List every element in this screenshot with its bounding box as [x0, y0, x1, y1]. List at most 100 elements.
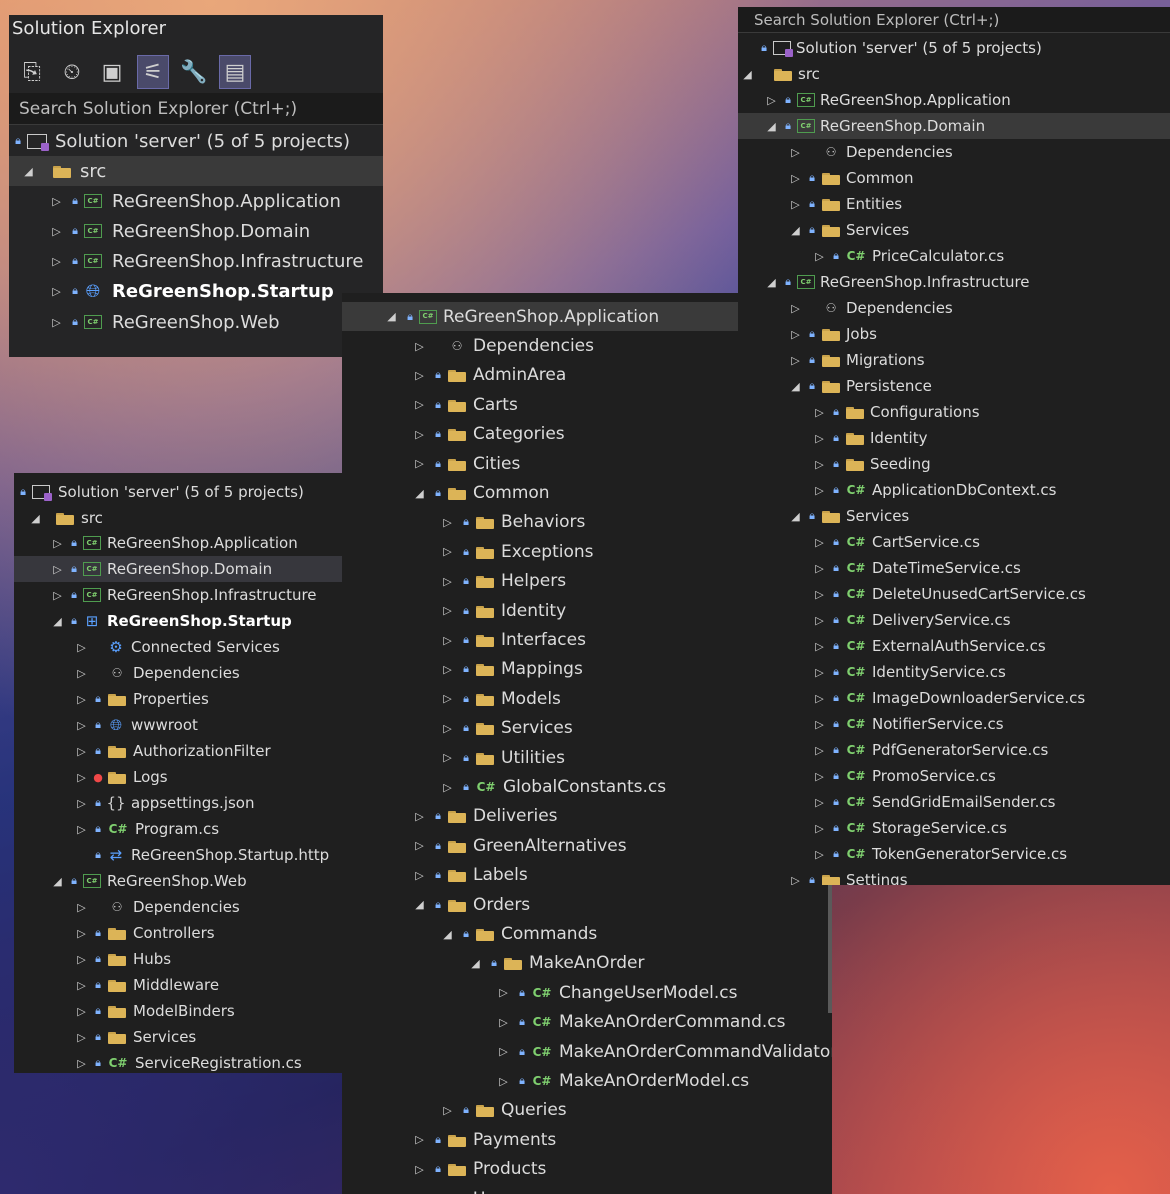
- csharp-file-icon: C#: [108, 1056, 128, 1070]
- project-node[interactable]: ▷ 🔒︎ C# ReGreenShop.Application: [9, 186, 383, 216]
- tree-item-label: MakeAnOrderCommandValidator: [559, 1041, 832, 1062]
- tree-item[interactable]: ▷ 🔒︎ Jobs: [738, 321, 1170, 347]
- tree-item[interactable]: ◢ 🔒︎ MakeAnOrder: [342, 949, 832, 978]
- tree-item[interactable]: ▷ 🔒︎ C# TokenGeneratorService.cs: [738, 841, 1170, 867]
- tree-item[interactable]: ◢ 🔒︎ Commands: [342, 919, 832, 948]
- tree-item[interactable]: ▷ 🔒︎ {} appsettings.json: [14, 790, 353, 816]
- tree-item[interactable]: ▷ 🔒︎ C# PdfGeneratorService.cs: [738, 737, 1170, 763]
- folder-icon: [107, 952, 127, 966]
- tree-item[interactable]: ▷ 🔒︎ C# ReGreenShop.Infrastructure: [14, 582, 353, 608]
- tree-item[interactable]: ▷ 🔒︎ C# ReGreenShop.Domain: [14, 556, 353, 582]
- tree-item-label: ReGreenShop.Domain: [107, 560, 273, 578]
- tree-item[interactable]: ▷ 🔒︎ C# PromoService.cs: [738, 763, 1170, 789]
- tree-item[interactable]: ▷ 🔒︎ Migrations: [738, 347, 1170, 373]
- scrollbar-thumb[interactable]: [828, 883, 832, 1013]
- tree-item[interactable]: 🔒︎ ⇄ ReGreenShop.Startup.http: [14, 842, 353, 868]
- tree-item[interactable]: ◢ 🔒︎ ⊞ ReGreenShop.Startup: [14, 608, 353, 634]
- tree-item[interactable]: ▷ 🔒︎ Controllers: [14, 920, 353, 946]
- properties-wrench-icon[interactable]: 🔧: [179, 56, 209, 88]
- tree-item[interactable]: ▷ 🔒︎ C# DateTimeService.cs: [738, 555, 1170, 581]
- solution-node[interactable]: 🔒︎ Solution 'server' (5 of 5 projects): [14, 479, 353, 505]
- tree-item[interactable]: ▷ 🔒︎ C# IdentityService.cs: [738, 659, 1170, 685]
- folder-icon: [821, 197, 841, 211]
- startup-project-node[interactable]: ▷ 🔒︎ 🌐︎ ReGreenShop.Startup: [9, 276, 383, 306]
- project-node[interactable]: ▷ 🔒︎ C# ReGreenShop.Domain: [9, 216, 383, 246]
- tree-item[interactable]: ▷ 🔒︎ Entities: [738, 191, 1170, 217]
- tree-item[interactable]: ▷ ● Logs: [14, 764, 353, 790]
- tree-item[interactable]: ▷ 🔒︎ Products: [342, 1155, 832, 1184]
- tree-item[interactable]: ▷ 🔒︎ C# Program.cs: [14, 816, 353, 842]
- project-node[interactable]: ▷ 🔒︎ C# ReGreenShop.Infrastructure: [9, 246, 383, 276]
- tree-item[interactable]: ▷ 🔒︎ C# SendGridEmailSender.cs: [738, 789, 1170, 815]
- tree-item[interactable]: ▷ 🔒︎ Properties: [14, 686, 353, 712]
- tree-item[interactable]: ▷ 🔒︎ C# ReGreenShop.Application: [738, 87, 1170, 113]
- collapse-all-icon[interactable]: ▣: [97, 56, 127, 88]
- tree-item[interactable]: ▷ 🔒︎ ModelBinders: [14, 998, 353, 1024]
- tree-item[interactable]: ◢ 🔒︎ Orders: [342, 890, 832, 919]
- tree-item[interactable]: ▷ 🔒︎ Middleware: [14, 972, 353, 998]
- tree-item[interactable]: ▷ 🔒︎ Payments: [342, 1125, 832, 1154]
- expanded-arrow-icon: ◢: [743, 67, 752, 81]
- tree-item[interactable]: ◢ 🔒︎ Services: [738, 503, 1170, 529]
- lock-icon: 🔒︎: [435, 368, 441, 382]
- csharp-file-icon: C#: [846, 613, 866, 627]
- tree-item[interactable]: ▷ 🔒︎ Hubs: [14, 946, 353, 972]
- tree-item[interactable]: 🔒︎ Solution 'server' (5 of 5 projects): [738, 35, 1170, 61]
- collapsed-arrow-icon: ▷: [815, 743, 824, 757]
- tree-item[interactable]: ▷ 🔒︎ Configurations: [738, 399, 1170, 425]
- tree-item[interactable]: ▷ 🔒︎ C# DeliveryService.cs: [738, 607, 1170, 633]
- tree-item[interactable]: ▷ 🔒︎ Identity: [738, 425, 1170, 451]
- tree-item[interactable]: ▷ 🔒︎ Queries: [342, 1096, 832, 1125]
- folder-icon: [107, 926, 127, 940]
- tree-item[interactable]: ◢ 🔒︎ C# ReGreenShop.Web: [14, 868, 353, 894]
- project-node[interactable]: ▷ 🔒︎ C# ReGreenShop.Web: [9, 307, 383, 337]
- tree-item[interactable]: ▷ ⚇ Dependencies: [14, 660, 353, 686]
- tree-item[interactable]: ▷ 🔒︎ 🌐︎ wwwroot: [14, 712, 353, 738]
- src-folder[interactable]: ◢ src: [9, 156, 383, 186]
- tree-item[interactable]: ▷ 🔒︎ Common: [738, 165, 1170, 191]
- tree-item[interactable]: ▷ 🔒︎ C# NotifierService.cs: [738, 711, 1170, 737]
- src-folder[interactable]: ◢ src: [14, 505, 353, 531]
- tree-item[interactable]: ◢ 🔒︎ Persistence: [738, 373, 1170, 399]
- tree-item-label: ReGreenShop.Application: [820, 91, 1011, 109]
- tree-item[interactable]: ▷ ⚇ Dependencies: [14, 894, 353, 920]
- lock-icon: 🔒︎: [809, 197, 815, 210]
- tree-item[interactable]: ▷ 🔒︎ C# CartService.cs: [738, 529, 1170, 555]
- tree-item-label: Models: [501, 688, 561, 709]
- csharp-file-icon: C#: [846, 587, 866, 601]
- tree-item[interactable]: ▷ 🔒︎ C# ReGreenShop.Application: [14, 530, 353, 556]
- tree-item[interactable]: ▷ 🔒︎ C# DeleteUnusedCartService.cs: [738, 581, 1170, 607]
- tree-item[interactable]: ▷ 🔒︎ C# PriceCalculator.cs: [738, 243, 1170, 269]
- tree-item[interactable]: ▷🔒︎Users: [342, 1184, 832, 1194]
- tree-item[interactable]: ▷ ⚙ Connected Services: [14, 634, 353, 660]
- tree-item[interactable]: ◢ 🔒︎ C# ReGreenShop.Infrastructure: [738, 269, 1170, 295]
- tree-item[interactable]: ▷ 🔒︎ C# ImageDownloaderService.cs: [738, 685, 1170, 711]
- tree-item[interactable]: ▷ 🔒︎ C# ChangeUserModel.cs: [342, 978, 832, 1007]
- search-input[interactable]: Search Solution Explorer (Ctrl+;): [9, 93, 383, 125]
- tree-item[interactable]: ▷ 🔒︎ C# MakeAnOrderModel.cs: [342, 1066, 832, 1095]
- lock-icon: 🔒︎: [809, 379, 815, 392]
- tree-item[interactable]: ◢ src: [738, 61, 1170, 87]
- tree-item[interactable]: ▷ 🔒︎ Seeding: [738, 451, 1170, 477]
- show-all-files-icon[interactable]: ⚟: [137, 55, 169, 89]
- tree-item[interactable]: ▷ 🔒︎ C# ApplicationDbContext.cs: [738, 477, 1170, 503]
- tree-item[interactable]: ▷ 🔒︎ C# ServiceRegistration.cs: [14, 1050, 353, 1073]
- switch-views-icon[interactable]: ⎘: [17, 56, 47, 88]
- tree-item[interactable]: ▷ 🔒︎ Settings: [738, 867, 1170, 885]
- lock-icon: 🔒︎: [463, 544, 469, 558]
- preview-selected-icon[interactable]: ▤: [219, 55, 251, 89]
- tree-item[interactable]: ▷ 🔒︎ C# MakeAnOrderCommandValidator: [342, 1037, 832, 1066]
- search-input[interactable]: Search Solution Explorer (Ctrl+;): [738, 7, 1170, 33]
- tree-item[interactable]: ▷ ⚇ Dependencies: [738, 295, 1170, 321]
- tree-item[interactable]: ▷ 🔒︎ C# StorageService.cs: [738, 815, 1170, 841]
- tree-item[interactable]: ▷ 🔒︎ Services: [14, 1024, 353, 1050]
- tree-item[interactable]: ▷ ⚇ Dependencies: [738, 139, 1170, 165]
- solution-node[interactable]: 🔒︎ Solution 'server' (5 of 5 projects): [9, 126, 383, 156]
- history-icon[interactable]: ⏲: [57, 56, 87, 88]
- tree-item[interactable]: ▷ 🔒︎ C# MakeAnOrderCommand.cs: [342, 1008, 832, 1037]
- tree-item[interactable]: ▷ 🔒︎ AuthorizationFilter: [14, 738, 353, 764]
- tree-item[interactable]: ▷ 🔒︎ C# ExternalAuthService.cs: [738, 633, 1170, 659]
- tree-item[interactable]: ◢ 🔒︎ C# ReGreenShop.Domain: [738, 113, 1170, 139]
- tree-item[interactable]: ◢ 🔒︎ Services: [738, 217, 1170, 243]
- folder-icon: [503, 956, 523, 971]
